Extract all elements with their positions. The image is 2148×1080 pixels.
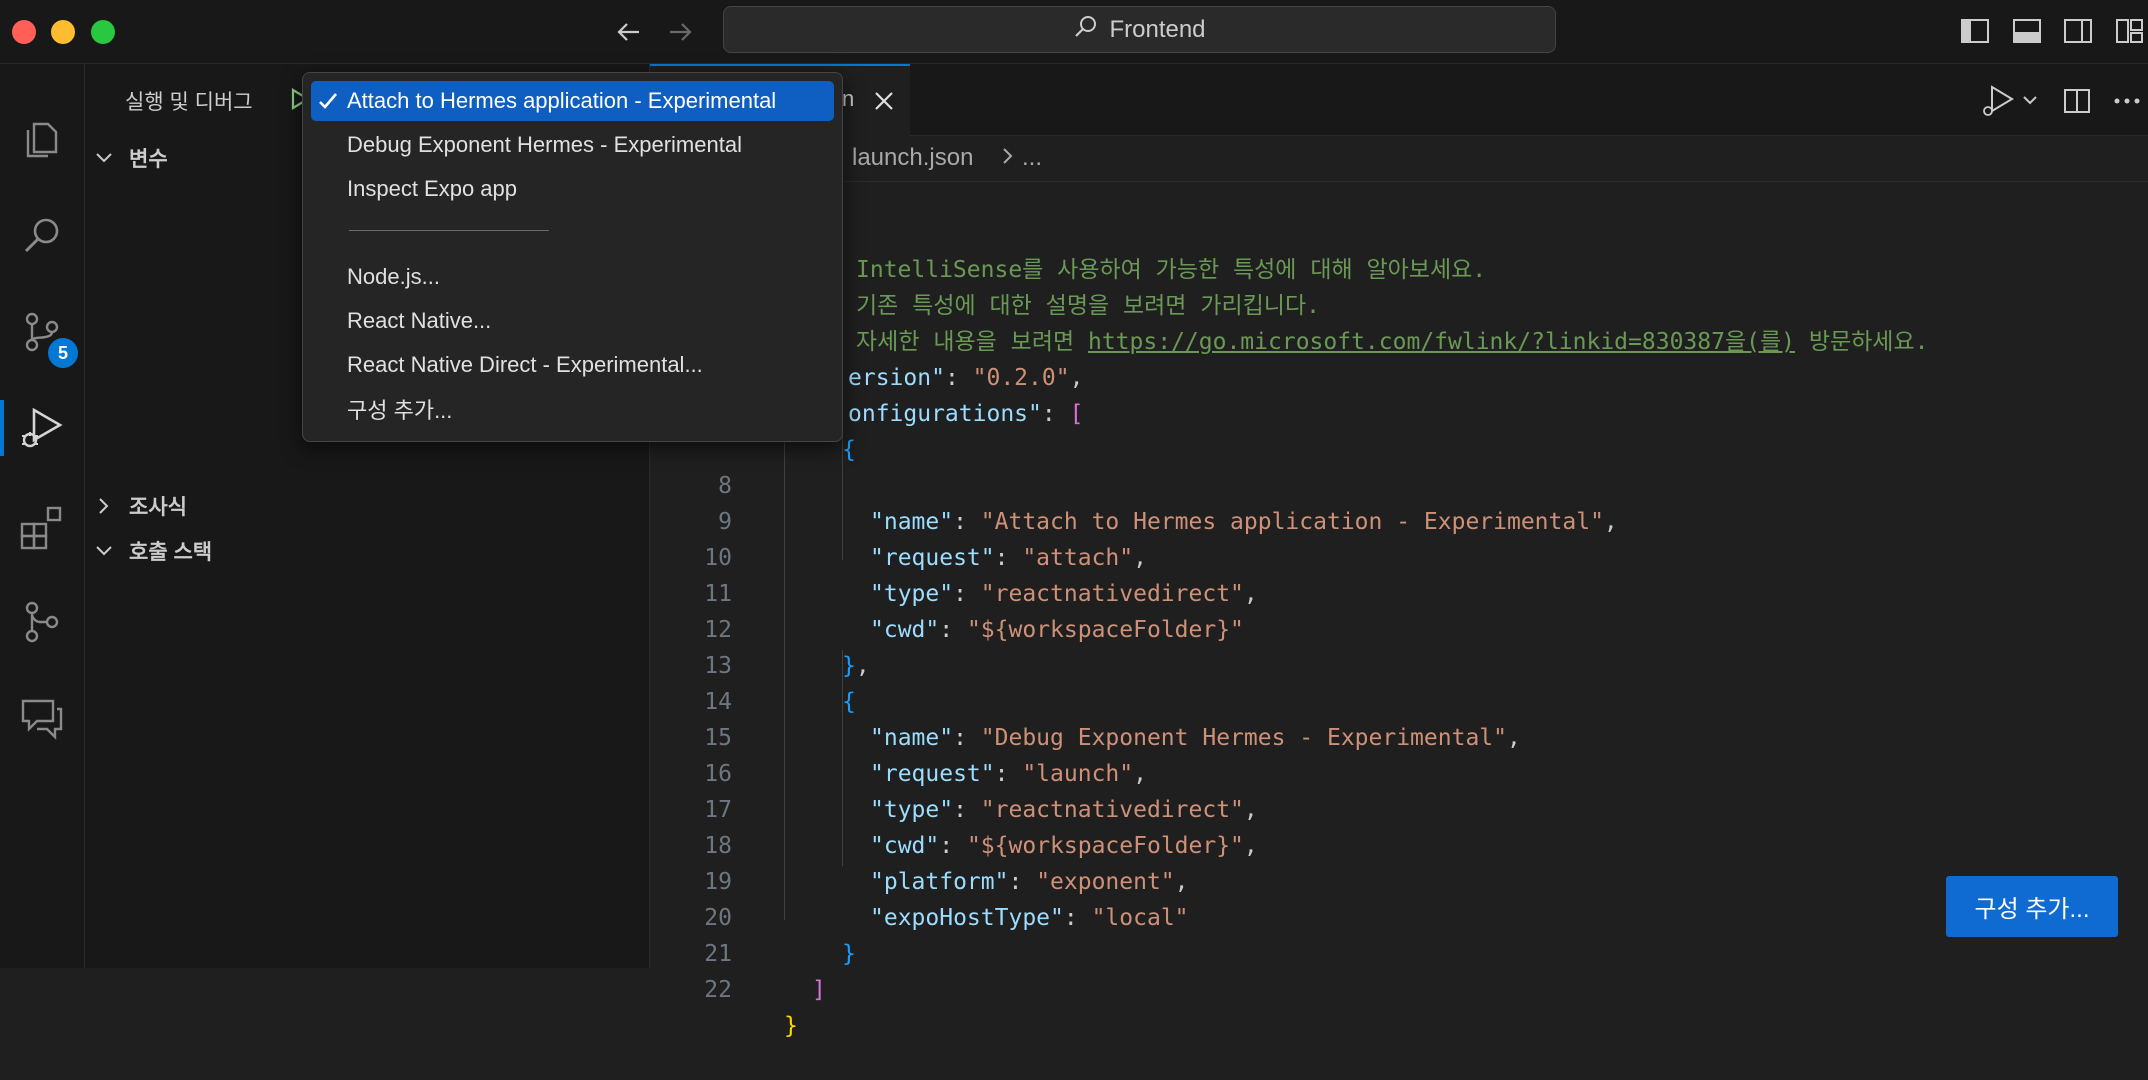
customize-layout-icon[interactable] bbox=[2115, 16, 2145, 46]
source-control-icon[interactable]: 5 bbox=[10, 300, 78, 368]
add-configuration-button[interactable]: 구성 추가... bbox=[1946, 876, 2118, 937]
dropdown-option-label: Inspect Expo app bbox=[347, 176, 518, 201]
code-line: 19 "expoHostType": "local" bbox=[650, 828, 2148, 931]
code-line: 12 }, bbox=[650, 576, 2148, 679]
dropdown-option-label: React Native... bbox=[347, 308, 492, 333]
line-number: 22 bbox=[704, 977, 732, 1003]
search-icon[interactable] bbox=[10, 204, 74, 268]
toggle-primary-sidebar-icon[interactable] bbox=[1960, 16, 1990, 46]
checkmark-icon bbox=[315, 90, 341, 112]
code-line: 8 "name": "Attach to Hermes application … bbox=[650, 432, 2148, 535]
code-line: 9 "request": "attach", bbox=[650, 468, 2148, 571]
dropdown-option-label: React Native Direct - Experimental... bbox=[347, 352, 703, 377]
dropdown-option[interactable]: Attach to Hermes application - Experimen… bbox=[311, 81, 834, 121]
sidebar-title: 실행 및 디버그 bbox=[125, 91, 253, 114]
dropdown-option[interactable]: Debug Exponent Hermes - Experimental bbox=[311, 125, 834, 165]
dropdown-option[interactable]: 구성 추가... bbox=[311, 389, 834, 429]
breadcrumb-file[interactable]: launch.json bbox=[852, 144, 973, 172]
chevron-down-icon bbox=[95, 542, 117, 560]
code-editor[interactable]: IntelliSense를 사용하여 가능한 특성에 대해 알아보세요. 기존 … bbox=[650, 200, 2148, 1039]
activity-bar: 5 bbox=[0, 64, 85, 968]
extensions-icon[interactable] bbox=[10, 496, 74, 560]
dropdown-option[interactable]: Inspect Expo app bbox=[311, 169, 834, 209]
code-line: 16 "type": "reactnativedirect", bbox=[650, 720, 2148, 823]
code-line: onfigurations": [ bbox=[848, 401, 1084, 427]
scm-count-badge: 5 bbox=[48, 338, 78, 368]
code-line: 10 "type": "reactnativedirect", bbox=[650, 504, 2148, 607]
watch-section-header[interactable]: 조사식 bbox=[85, 486, 650, 526]
code-line: 11 "cwd": "${workspaceFolder}" bbox=[650, 540, 2148, 643]
dropdown-option-label: Debug Exponent Hermes - Experimental bbox=[347, 132, 742, 157]
close-window-button[interactable] bbox=[12, 20, 36, 44]
dropdown-option-label: Attach to Hermes application - Experimen… bbox=[347, 88, 777, 113]
breadcrumb-symbol[interactable]: ... bbox=[1022, 144, 1042, 172]
code-line: 21 ] bbox=[650, 900, 2148, 1003]
toggle-secondary-sidebar-icon[interactable] bbox=[2063, 16, 2093, 46]
call-stack-section-header[interactable]: 호출 스택 bbox=[85, 531, 650, 571]
code-line: 14 "name": "Debug Exponent Hermes - Expe… bbox=[650, 648, 2148, 751]
breadcrumb: launch.json ... bbox=[650, 136, 2148, 182]
call-stack-label: 호출 스택 bbox=[129, 541, 213, 564]
close-icon[interactable] bbox=[869, 86, 899, 116]
dropdown-option[interactable]: React Native Direct - Experimental... bbox=[311, 345, 834, 385]
chat-icon[interactable] bbox=[10, 686, 74, 750]
chevron-right-icon bbox=[95, 497, 117, 515]
explorer-icon[interactable] bbox=[10, 108, 74, 172]
command-center-search[interactable]: Frontend bbox=[723, 6, 1556, 53]
code-line: 20 } bbox=[650, 864, 2148, 967]
code-line: ersion": "0.2.0", bbox=[848, 365, 1084, 391]
window-title: Frontend bbox=[1109, 15, 1206, 43]
chevron-right-icon bbox=[1000, 144, 1016, 175]
run-debug-icon[interactable] bbox=[0, 396, 74, 460]
dropdown-option-label: 구성 추가... bbox=[347, 398, 453, 423]
split-editor-icon[interactable] bbox=[2060, 84, 2094, 118]
tab-label: n bbox=[842, 86, 855, 111]
editor-tab-bar: n bbox=[650, 64, 2148, 136]
code-line: { bbox=[842, 437, 856, 463]
title-bar: Frontend bbox=[0, 0, 2148, 64]
code-line: 13 { bbox=[650, 612, 2148, 715]
dropdown-option[interactable]: React Native... bbox=[311, 301, 834, 341]
variables-label: 변수 bbox=[129, 148, 168, 171]
code-line: 17 "cwd": "${workspaceFolder}", bbox=[650, 756, 2148, 859]
minimize-window-button[interactable] bbox=[51, 20, 75, 44]
watch-label: 조사식 bbox=[129, 496, 187, 519]
git-graph-icon[interactable] bbox=[10, 590, 74, 654]
zoom-window-button[interactable] bbox=[91, 20, 115, 44]
dropdown-option-label: Node.js... bbox=[347, 264, 440, 289]
launch-configuration-dropdown: Attach to Hermes application - Experimen… bbox=[302, 72, 843, 442]
run-debug-dropdown-icon[interactable] bbox=[1978, 84, 2040, 118]
dropdown-separator bbox=[349, 230, 549, 232]
code-line: 18 "platform": "exponent", bbox=[650, 792, 2148, 895]
forward-arrow-icon[interactable] bbox=[662, 14, 698, 50]
back-arrow-icon[interactable] bbox=[611, 14, 647, 50]
code-line: 22 } bbox=[650, 936, 2148, 1039]
code-line: 기존 특성에 대한 설명을 보려면 가리킵니다. bbox=[650, 252, 2148, 319]
code-line: 자세한 내용을 보려면 https://go.microsoft.com/fwl… bbox=[650, 288, 2148, 355]
code-line: IntelliSense를 사용하여 가능한 특성에 대해 알아보세요. bbox=[650, 216, 2148, 283]
toggle-panel-icon[interactable] bbox=[2012, 16, 2042, 46]
search-icon bbox=[1073, 13, 1099, 46]
more-actions-icon[interactable] bbox=[2110, 84, 2144, 118]
code-line: 15 "request": "launch", bbox=[650, 684, 2148, 787]
chevron-down-icon bbox=[95, 149, 117, 167]
dropdown-option[interactable]: Node.js... bbox=[311, 257, 834, 297]
